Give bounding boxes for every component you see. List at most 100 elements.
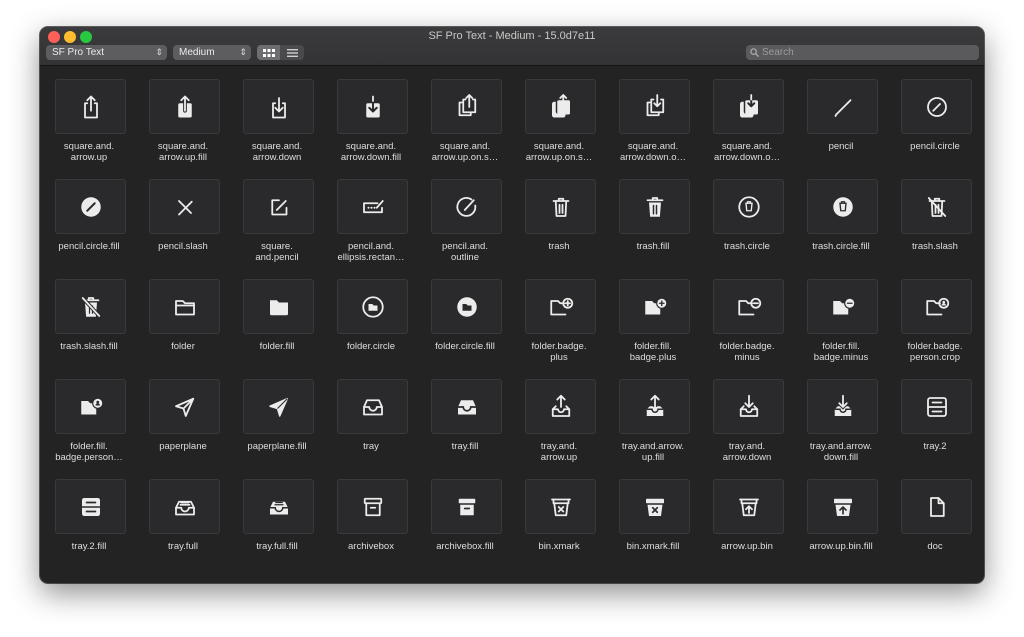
symbol-tile[interactable] bbox=[243, 179, 314, 234]
symbol-tile[interactable] bbox=[807, 379, 878, 434]
symbol-cell[interactable]: folder.badge. minus bbox=[700, 266, 794, 366]
symbol-cell[interactable]: pencil.and. outline bbox=[418, 166, 512, 266]
symbol-cell[interactable]: paperplane.fill bbox=[230, 366, 324, 466]
symbol-tile[interactable] bbox=[243, 79, 314, 134]
symbol-cell[interactable]: square.and. arrow.up.fill bbox=[136, 66, 230, 166]
symbol-cell[interactable]: tray.2 bbox=[888, 366, 982, 466]
symbol-cell[interactable]: archivebox bbox=[324, 466, 418, 566]
symbol-cell[interactable]: folder bbox=[136, 266, 230, 366]
symbol-cell[interactable]: folder.circle.fill bbox=[418, 266, 512, 366]
symbol-tile[interactable] bbox=[149, 179, 220, 234]
symbol-tile[interactable] bbox=[807, 479, 878, 534]
symbol-cell[interactable]: trash.slash.fill bbox=[42, 266, 136, 366]
symbol-cell[interactable]: tray.fill bbox=[418, 366, 512, 466]
symbol-cell[interactable]: tray.and. arrow.up bbox=[512, 366, 606, 466]
symbol-cell[interactable]: trash.circle.fill bbox=[794, 166, 888, 266]
symbol-cell[interactable]: folder.fill. badge.minus bbox=[794, 266, 888, 366]
symbol-cell[interactable]: archivebox.fill bbox=[418, 466, 512, 566]
symbol-tile[interactable] bbox=[807, 279, 878, 334]
symbol-cell[interactable]: pencil.circle.fill bbox=[42, 166, 136, 266]
symbol-cell[interactable]: trash.slash bbox=[888, 166, 982, 266]
symbol-cell[interactable]: tray.and. arrow.down bbox=[700, 366, 794, 466]
symbol-cell[interactable]: folder.fill. badge.person… bbox=[42, 366, 136, 466]
symbol-tile[interactable] bbox=[619, 79, 690, 134]
symbol-tile[interactable] bbox=[525, 379, 596, 434]
symbol-tile[interactable] bbox=[337, 479, 408, 534]
symbol-cell[interactable]: tray.and.arrow. up.fill bbox=[606, 366, 700, 466]
symbol-tile[interactable] bbox=[149, 79, 220, 134]
symbol-cell[interactable]: arrow.up.bin bbox=[700, 466, 794, 566]
symbol-cell[interactable]: tray.and.arrow. down.fill bbox=[794, 366, 888, 466]
symbol-cell[interactable]: square.and. arrow.down.o… bbox=[700, 66, 794, 166]
symbol-cell[interactable]: folder.badge. person.crop bbox=[888, 266, 982, 366]
symbol-tile[interactable] bbox=[337, 79, 408, 134]
symbol-tile[interactable] bbox=[337, 379, 408, 434]
symbol-tile[interactable] bbox=[525, 79, 596, 134]
symbol-tile[interactable] bbox=[713, 379, 784, 434]
symbol-cell[interactable]: pencil bbox=[794, 66, 888, 166]
symbol-cell[interactable]: bin.xmark.fill bbox=[606, 466, 700, 566]
symbol-tile[interactable] bbox=[431, 379, 502, 434]
symbol-tile[interactable] bbox=[807, 79, 878, 134]
symbol-cell[interactable]: square. and.pencil bbox=[230, 166, 324, 266]
symbol-tile[interactable] bbox=[337, 179, 408, 234]
symbol-tile[interactable] bbox=[243, 379, 314, 434]
symbol-tile[interactable] bbox=[55, 379, 126, 434]
symbol-tile[interactable] bbox=[901, 179, 972, 234]
symbol-tile[interactable] bbox=[243, 279, 314, 334]
symbol-tile[interactable] bbox=[243, 479, 314, 534]
grid-view-button[interactable] bbox=[257, 45, 280, 60]
symbol-cell[interactable]: doc bbox=[888, 466, 982, 566]
symbol-tile[interactable] bbox=[901, 379, 972, 434]
symbol-tile[interactable] bbox=[431, 479, 502, 534]
symbol-tile[interactable] bbox=[713, 479, 784, 534]
font-family-popup[interactable]: SF Pro Text ⇕ bbox=[46, 45, 167, 60]
symbol-tile[interactable] bbox=[431, 179, 502, 234]
symbol-cell[interactable]: tray.full.fill bbox=[230, 466, 324, 566]
symbol-tile[interactable] bbox=[431, 79, 502, 134]
symbol-tile[interactable] bbox=[55, 479, 126, 534]
symbol-tile[interactable] bbox=[619, 179, 690, 234]
symbol-cell[interactable]: folder.fill. badge.plus bbox=[606, 266, 700, 366]
symbol-tile[interactable] bbox=[55, 279, 126, 334]
list-view-button[interactable] bbox=[281, 45, 304, 60]
symbol-cell[interactable]: pencil.circle bbox=[888, 66, 982, 166]
symbol-tile[interactable] bbox=[525, 479, 596, 534]
symbol-tile[interactable] bbox=[713, 179, 784, 234]
symbol-tile[interactable] bbox=[337, 279, 408, 334]
symbol-tile[interactable] bbox=[525, 279, 596, 334]
font-weight-popup[interactable]: Medium ⇕ bbox=[173, 45, 251, 60]
symbol-tile[interactable] bbox=[55, 179, 126, 234]
symbol-tile[interactable] bbox=[525, 179, 596, 234]
symbol-tile[interactable] bbox=[619, 479, 690, 534]
symbol-tile[interactable] bbox=[901, 479, 972, 534]
symbol-tile[interactable] bbox=[55, 79, 126, 134]
symbol-cell[interactable]: trash.fill bbox=[606, 166, 700, 266]
symbol-cell[interactable]: square.and. arrow.up.on.s… bbox=[512, 66, 606, 166]
symbol-tile[interactable] bbox=[713, 79, 784, 134]
symbol-cell[interactable]: trash.circle bbox=[700, 166, 794, 266]
symbol-tile[interactable] bbox=[619, 379, 690, 434]
symbol-cell[interactable]: square.and. arrow.down.o… bbox=[606, 66, 700, 166]
symbol-cell[interactable]: pencil.and. ellipsis.rectan… bbox=[324, 166, 418, 266]
symbol-cell[interactable]: square.and. arrow.down bbox=[230, 66, 324, 166]
symbol-tile[interactable] bbox=[713, 279, 784, 334]
symbol-tile[interactable] bbox=[807, 179, 878, 234]
symbol-cell[interactable]: arrow.up.bin.fill bbox=[794, 466, 888, 566]
symbol-cell[interactable]: square.and. arrow.down.fill bbox=[324, 66, 418, 166]
search-field[interactable]: Search bbox=[746, 45, 979, 60]
symbol-cell[interactable]: bin.xmark bbox=[512, 466, 606, 566]
symbol-cell[interactable]: square.and. arrow.up.on.s… bbox=[418, 66, 512, 166]
symbol-tile[interactable] bbox=[149, 479, 220, 534]
symbol-tile[interactable] bbox=[431, 279, 502, 334]
symbol-cell[interactable]: tray.2.fill bbox=[42, 466, 136, 566]
symbol-tile[interactable] bbox=[149, 379, 220, 434]
symbol-cell[interactable]: folder.fill bbox=[230, 266, 324, 366]
symbol-cell[interactable]: paperplane bbox=[136, 366, 230, 466]
symbol-cell[interactable]: pencil.slash bbox=[136, 166, 230, 266]
symbol-tile[interactable] bbox=[901, 279, 972, 334]
symbol-tile[interactable] bbox=[901, 79, 972, 134]
symbol-cell[interactable]: tray bbox=[324, 366, 418, 466]
symbol-tile[interactable] bbox=[149, 279, 220, 334]
symbol-cell[interactable]: trash bbox=[512, 166, 606, 266]
